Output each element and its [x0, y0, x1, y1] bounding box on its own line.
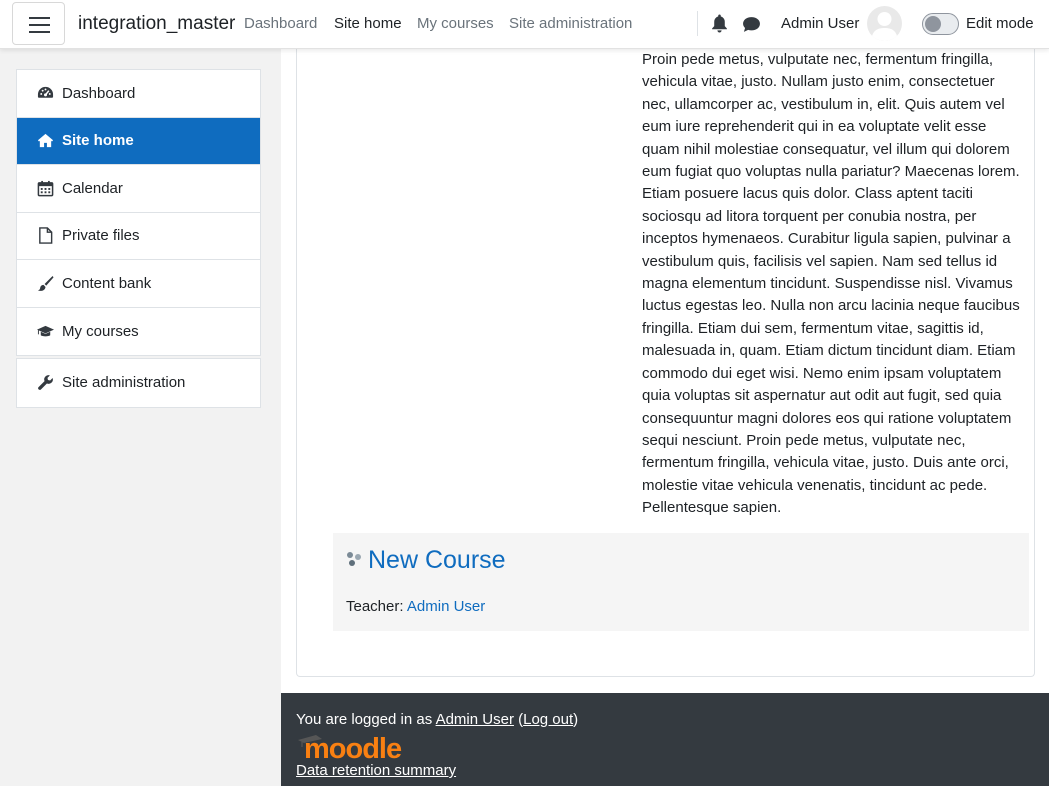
- left-drawer: Dashboard Site home Calendar Private fil…: [0, 49, 281, 786]
- nav-link-my-courses[interactable]: My courses: [417, 15, 494, 32]
- main-region: Proin pede metus, vulputate nec, ferment…: [281, 48, 1049, 693]
- wrench-icon: [38, 375, 53, 391]
- sidebar-item-label: My courses: [62, 322, 139, 340]
- site-name[interactable]: integration_master: [78, 13, 235, 35]
- sidebar-item-label: Site home: [62, 132, 134, 150]
- edit-mode-label: Edit mode: [966, 15, 1034, 32]
- edit-mode-toggle[interactable]: [922, 13, 959, 35]
- course-icon: [347, 552, 361, 566]
- nav-link-site-home[interactable]: Site home: [334, 15, 402, 32]
- paintbrush-icon: [37, 275, 54, 291]
- teacher-link[interactable]: Admin User: [407, 598, 485, 615]
- nav-link-dashboard[interactable]: Dashboard: [244, 15, 317, 32]
- sidebar-item-label: Site administration: [62, 374, 186, 392]
- logged-in-prefix: You are logged in as: [296, 711, 433, 728]
- sidebar-item-site-home[interactable]: Site home: [17, 117, 260, 165]
- messages-icon[interactable]: [742, 16, 761, 33]
- course-box: New Course Teacher: Admin User: [333, 533, 1029, 631]
- logout-link[interactable]: Log out: [523, 711, 573, 728]
- sidebar-item-label: Dashboard: [62, 84, 136, 102]
- nav-link-site-administration[interactable]: Site administration: [509, 15, 632, 32]
- logged-in-user-link[interactable]: Admin User: [436, 711, 514, 728]
- bell-icon[interactable]: [711, 14, 728, 33]
- tachometer-icon: [37, 86, 54, 98]
- sidebar-item-private-files[interactable]: Private files: [17, 213, 260, 260]
- sidebar-item-site-administration[interactable]: Site administration: [17, 359, 260, 407]
- sidebar-item-label: Private files: [62, 227, 140, 245]
- moodle-logo[interactable]: moodle: [296, 730, 410, 762]
- primary-nav-block: Dashboard Site home Calendar Private fil…: [16, 69, 261, 356]
- sidebar-item-label: Content bank: [62, 274, 152, 292]
- course-title-link[interactable]: New Course: [368, 546, 506, 575]
- home-icon: [37, 134, 54, 148]
- sidebar-item-dashboard[interactable]: Dashboard: [17, 70, 260, 118]
- top-navbar: integration_master Dashboard Site home M…: [0, 0, 1049, 49]
- avatar[interactable]: [867, 6, 902, 41]
- logged-in-info: You are logged in as Admin User (Log out…: [296, 711, 579, 728]
- navbar-divider: [697, 11, 698, 36]
- sidebar-item-my-courses[interactable]: My courses: [17, 308, 260, 356]
- sidebar-item-label: Calendar: [62, 179, 123, 197]
- calendar-icon: [37, 180, 54, 197]
- teacher-label: Teacher:: [346, 598, 404, 615]
- moodle-logo-text: moodle: [304, 733, 402, 762]
- course-teacher: Teacher: Admin User: [346, 598, 485, 615]
- site-home-card: Proin pede metus, vulputate nec, ferment…: [296, 48, 1035, 677]
- drawer-toggle-button[interactable]: [12, 2, 65, 45]
- sidebar-item-calendar[interactable]: Calendar: [17, 165, 260, 213]
- graduation-cap-icon: [37, 325, 54, 337]
- page-footer: You are logged in as Admin User (Log out…: [281, 693, 1049, 786]
- user-menu-name[interactable]: Admin User: [781, 15, 859, 32]
- site-summary-text: Proin pede metus, vulputate nec, ferment…: [642, 51, 1020, 517]
- sidebar-item-content-bank[interactable]: Content bank: [17, 260, 260, 308]
- admin-nav-block: Site administration: [16, 358, 261, 408]
- file-icon: [39, 227, 53, 245]
- data-retention-link[interactable]: Data retention summary: [296, 762, 456, 779]
